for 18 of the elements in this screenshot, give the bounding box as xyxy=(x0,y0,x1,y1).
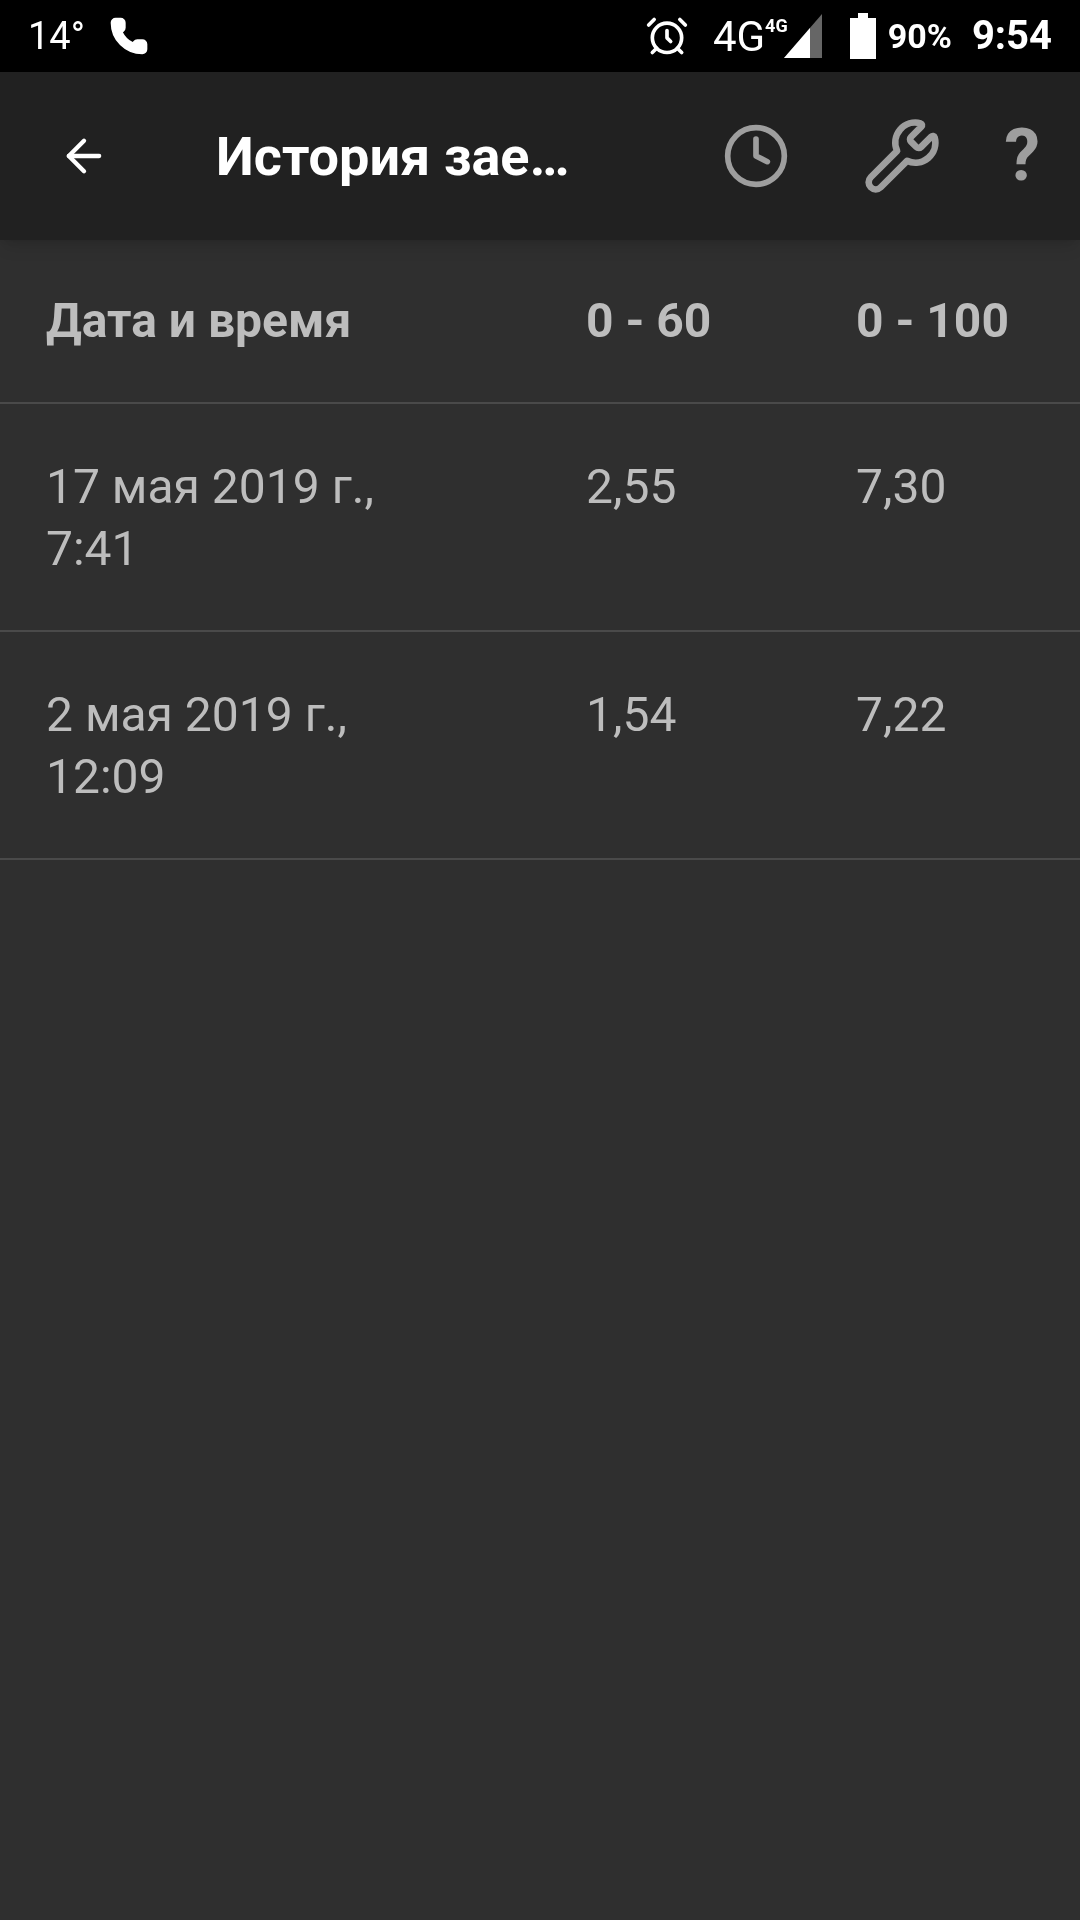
network-type: 4G xyxy=(712,10,766,63)
phone-icon xyxy=(108,16,149,56)
network-type: 4G xyxy=(765,14,788,36)
table-cell: 7,22 xyxy=(856,686,947,743)
column-header: Дата и время xyxy=(46,292,352,349)
screen-title: История зае… xyxy=(216,123,570,190)
table-cell: 17 мая 2019 г., 7:41 xyxy=(46,458,374,577)
temperature: 14° xyxy=(28,12,85,60)
table-cell: 1,54 xyxy=(586,686,677,743)
battery-icon xyxy=(849,13,876,59)
help-button[interactable]: ? xyxy=(1004,120,1040,192)
column-header: 0 - 100 xyxy=(856,292,1009,349)
table-cell: 2,55 xyxy=(586,458,677,515)
table-cell: 7,30 xyxy=(856,458,947,515)
column-header: 0 - 60 xyxy=(586,292,712,349)
table-cell: 2 мая 2019 г., 12:09 xyxy=(46,686,347,805)
battery-level: 90% xyxy=(887,14,952,58)
clock: 9:54 xyxy=(971,11,1052,61)
